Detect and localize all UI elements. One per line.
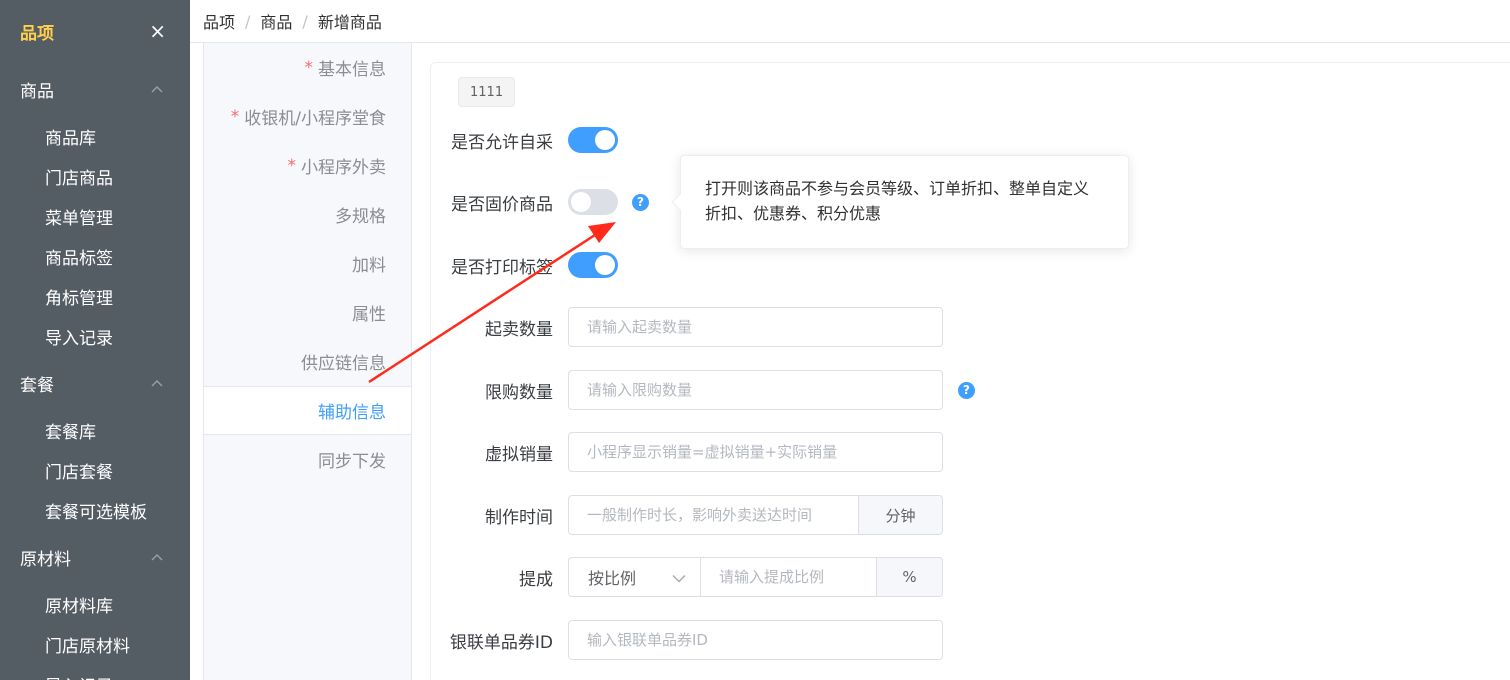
sidebar-item-menu-management[interactable]: 菜单管理 — [0, 196, 190, 236]
purchase-limit-input[interactable] — [568, 370, 943, 410]
breadcrumb-item-current: 新增商品 — [317, 13, 382, 32]
chevron-up-icon — [150, 376, 164, 390]
breadcrumb-separator: / — [245, 11, 251, 31]
row-virtual-sales: 虚拟销量 — [431, 432, 943, 472]
sidebar-item-corner-marks[interactable]: 角标管理 — [0, 276, 190, 316]
fixed-price-switch[interactable] — [568, 189, 618, 215]
sidebar: 品项 × 商品 商品库 门店商品 菜单管理 商品标签 角标管理 导入记录 套餐 … — [0, 0, 190, 680]
tab-label: 供应链信息 — [301, 354, 386, 374]
tag-badge: 1111 — [458, 77, 516, 107]
field-label: 提成 — [519, 569, 553, 590]
tab-label: 加料 — [352, 256, 386, 276]
switch-knob — [595, 130, 615, 150]
field-label: 限购数量 — [485, 382, 553, 403]
tab-pos-dine-in[interactable]: * 收银机/小程序堂食 — [204, 92, 411, 141]
tab-label: 多规格 — [335, 207, 386, 227]
row-print-label: 是否打印标签 — [431, 252, 618, 278]
help-icon[interactable]: ? — [632, 193, 649, 211]
sidebar-group-label: 套餐 — [20, 375, 54, 396]
sidebar-item-import-records[interactable]: 导入记录 — [0, 316, 190, 356]
tab-label: 属性 — [352, 305, 386, 325]
row-fixed-price: 是否固价商品 ? — [431, 189, 649, 215]
sidebar-item-material-import-records[interactable]: 导入记录 — [0, 664, 190, 680]
sidebar-item-material-library[interactable]: 原材料库 — [0, 584, 190, 624]
close-icon[interactable]: × — [149, 21, 166, 41]
tooltip-text: 打开则该商品不参与会员等级、订单折扣、整单自定义折扣、优惠券、积分优惠 — [705, 179, 1090, 223]
sidebar-item-product-library[interactable]: 商品库 — [0, 116, 190, 156]
tab-label: 基本信息 — [318, 60, 386, 80]
sidebar-item-combo-library[interactable]: 套餐库 — [0, 410, 190, 450]
tab-multi-spec[interactable]: 多规格 — [204, 190, 411, 239]
commission-mode-select[interactable]: 按比例 — [568, 557, 701, 597]
commission-unit: % — [877, 557, 943, 597]
sidebar-group-label: 原材料 — [20, 549, 71, 570]
tab-attributes[interactable]: 属性 — [204, 288, 411, 337]
sidebar-group-materials[interactable]: 原材料 — [0, 530, 190, 584]
sidebar-item-combo-templates[interactable]: 套餐可选模板 — [0, 490, 190, 530]
print-label-switch[interactable] — [568, 252, 618, 278]
sidebar-title: 品项 — [20, 23, 54, 44]
virtual-sales-input[interactable] — [568, 432, 943, 472]
required-mark: * — [304, 57, 314, 78]
chevron-up-icon — [150, 550, 164, 564]
prep-time-input[interactable] — [568, 495, 859, 535]
prep-time-group: 分钟 — [568, 495, 943, 535]
sidebar-item-store-products[interactable]: 门店商品 — [0, 156, 190, 196]
row-commission: 提成 按比例 % — [431, 557, 943, 597]
commission-rate-input[interactable] — [701, 557, 877, 597]
tab-sync-distribute[interactable]: 同步下发 — [204, 435, 411, 484]
sidebar-header: 品项 × — [0, 0, 190, 62]
fixed-price-tooltip: 打开则该商品不参与会员等级、订单折扣、整单自定义折扣、优惠券、积分优惠 — [671, 155, 1129, 249]
tab-auxiliary-info[interactable]: 辅助信息 — [204, 386, 411, 435]
breadcrumb-item-catalog[interactable]: 品项 — [203, 9, 235, 33]
tab-add-ons[interactable]: 加料 — [204, 239, 411, 288]
breadcrumb: 品项 / 商品 / 新增商品 — [190, 0, 1510, 43]
chevron-up-icon — [150, 82, 164, 96]
tab-miniapp-delivery[interactable]: * 小程序外卖 — [204, 141, 411, 190]
sidebar-item-store-materials[interactable]: 门店原材料 — [0, 624, 190, 664]
switch-knob — [595, 255, 615, 275]
help-icon[interactable]: ? — [958, 381, 975, 399]
row-prep-time: 制作时间 分钟 — [431, 495, 943, 535]
row-unionpay-coupon: 银联单品券ID — [431, 620, 943, 660]
select-value: 按比例 — [588, 569, 637, 588]
tab-label: 辅助信息 — [318, 403, 386, 423]
field-label: 是否固价商品 — [451, 194, 553, 215]
field-label: 制作时间 — [485, 507, 553, 528]
field-label: 银联单品券ID — [449, 632, 553, 653]
row-allow-self-purchase: 是否允许自采 — [431, 127, 618, 153]
sidebar-group-label: 商品 — [20, 81, 54, 102]
sidebar-group-combos[interactable]: 套餐 — [0, 356, 190, 410]
sidebar-group-products[interactable]: 商品 — [0, 62, 190, 116]
tab-label: 同步下发 — [318, 452, 386, 472]
breadcrumb-item-products[interactable]: 商品 — [260, 9, 292, 33]
prep-time-unit: 分钟 — [859, 495, 943, 535]
tab-basic-info[interactable]: * 基本信息 — [204, 43, 411, 92]
sidebar-item-store-combos[interactable]: 门店套餐 — [0, 450, 190, 490]
allow-self-purchase-switch[interactable] — [568, 127, 618, 153]
commission-group: 按比例 % — [568, 557, 943, 597]
switch-knob — [571, 192, 591, 212]
chevron-down-icon — [672, 568, 686, 587]
field-label: 是否打印标签 — [451, 257, 553, 278]
field-label: 虚拟销量 — [485, 444, 553, 465]
tab-label: 收银机/小程序堂食 — [244, 109, 386, 129]
min-sale-qty-input[interactable] — [568, 307, 943, 347]
required-mark: * — [287, 155, 297, 176]
required-mark: * — [230, 106, 240, 127]
form-section-nav: * 基本信息 * 收银机/小程序堂食 * 小程序外卖 多规格 加料 属性 供应链… — [203, 43, 412, 680]
row-min-sale-qty: 起卖数量 — [431, 307, 943, 347]
field-label: 起卖数量 — [485, 319, 553, 340]
unionpay-coupon-input[interactable] — [568, 620, 943, 660]
sidebar-item-product-tags[interactable]: 商品标签 — [0, 236, 190, 276]
field-label: 是否允许自采 — [451, 132, 553, 153]
tab-supply-chain[interactable]: 供应链信息 — [204, 337, 411, 386]
tab-label: 小程序外卖 — [301, 158, 386, 178]
row-purchase-limit: 限购数量 ? — [431, 370, 975, 410]
breadcrumb-separator: / — [302, 11, 308, 31]
